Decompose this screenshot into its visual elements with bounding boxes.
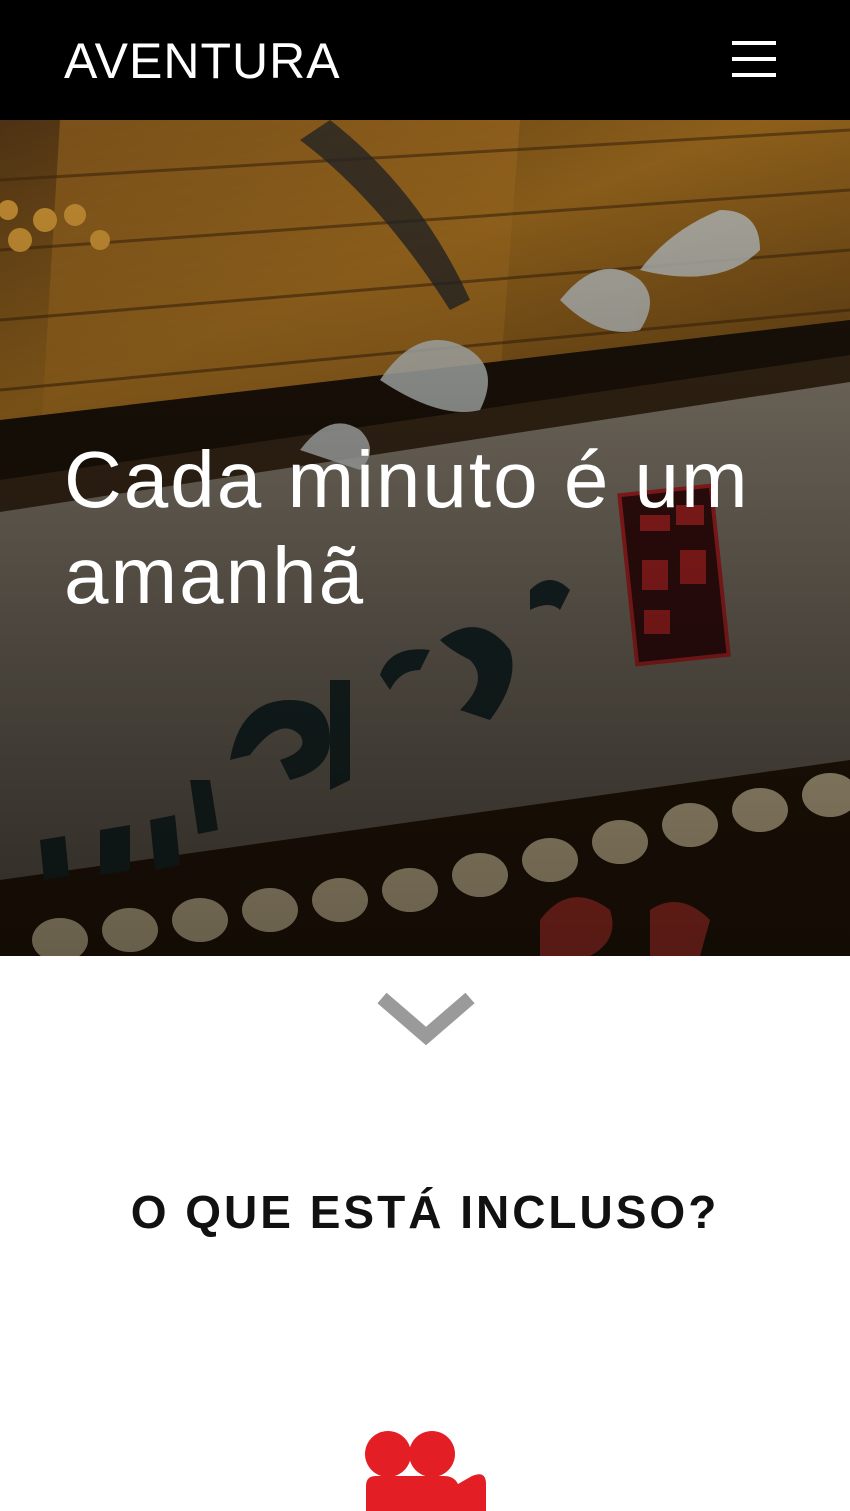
included-section-heading: O QUE ESTÁ INCLUSO? <box>130 1186 720 1238</box>
brand-logo-text[interactable]: AVENTURA <box>64 31 341 91</box>
chevron-down-icon <box>377 992 475 1046</box>
menu-button[interactable] <box>728 38 780 82</box>
hamburger-menu-icon-line <box>732 73 776 77</box>
scroll-down-button[interactable] <box>374 988 478 1050</box>
hamburger-menu-icon-line <box>732 41 776 45</box>
hero-title: Cada minuto é um amanhã <box>64 435 750 620</box>
group-people-icon <box>364 1428 488 1511</box>
hero-section: Cada minuto é um amanhã <box>0 120 850 956</box>
hamburger-menu-icon-line <box>732 57 776 61</box>
top-navbar: AVENTURA <box>0 0 850 120</box>
